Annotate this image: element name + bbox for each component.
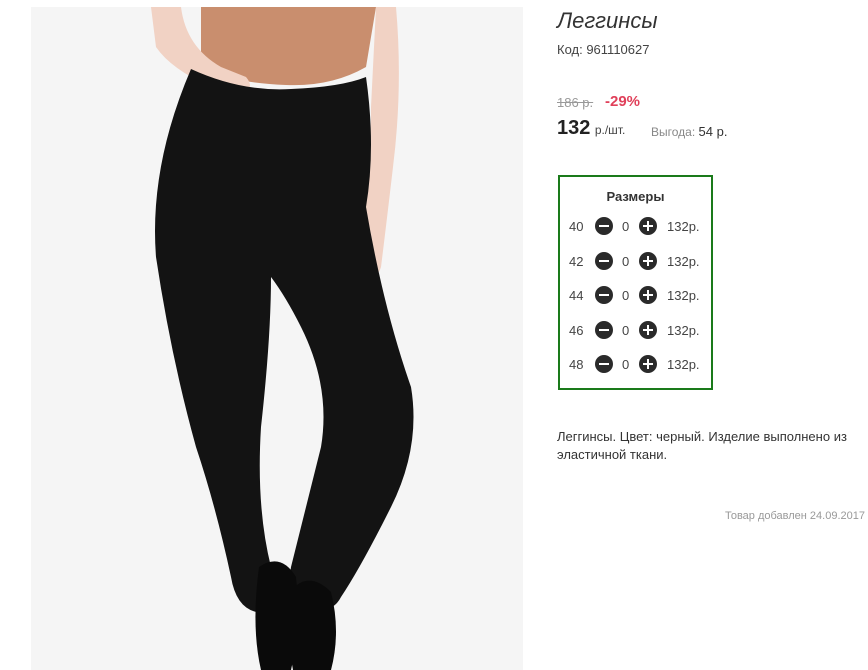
plus-circle-icon[interactable] [639,252,657,270]
plus-circle-icon[interactable] [639,217,657,235]
size-label: 46 [569,323,584,338]
minus-circle-icon[interactable] [595,355,613,373]
plus-circle-icon[interactable] [639,321,657,339]
added-date: Товар добавлен 24.09.2017 [724,510,865,522]
size-label: 44 [569,288,584,303]
size-row: 48 0 132р. [560,355,711,375]
size-label: 42 [569,254,584,269]
size-row: 42 0 132р. [560,252,711,272]
size-row: 46 0 132р. [560,321,711,341]
size-label: 40 [569,219,584,234]
minus-circle-icon[interactable] [595,252,613,270]
size-price: 132р. [667,254,700,269]
product-photo [31,7,523,670]
minus-circle-icon[interactable] [595,321,613,339]
size-price: 132р. [667,219,700,234]
profit: Выгода: 54 р. [651,124,727,139]
size-row: 44 0 132р. [560,286,711,306]
size-quantity: 0 [622,357,630,372]
plus-circle-icon[interactable] [639,355,657,373]
plus-circle-icon[interactable] [639,286,657,304]
sizes-title: Размеры [606,189,665,204]
size-price: 132р. [667,288,700,303]
size-price: 132р. [667,323,700,338]
size-label: 48 [569,357,584,372]
minus-circle-icon[interactable] [595,286,613,304]
minus-circle-icon[interactable] [595,217,613,235]
old-price: 186 р. [557,95,594,110]
profit-label: Выгода: [651,125,696,139]
size-quantity: 0 [622,323,630,338]
price-unit: р./шт. [594,123,626,137]
sizes-box: Размеры 40 0 132р. 42 0 132р. 44 0 132р.… [558,175,713,390]
product-description: Леггинсы. Цвет: черный. Изделие выполнен… [557,429,847,462]
size-row: 40 0 132р. [560,217,711,237]
size-quantity: 0 [622,254,630,269]
size-quantity: 0 [622,288,630,303]
price-value: 132 [557,117,591,139]
product-title: Леггинсы [557,8,658,33]
size-price: 132р. [667,357,700,372]
profit-value: 54 р. [698,124,728,139]
size-quantity: 0 [622,219,630,234]
product-code: Код: 961110627 [557,42,650,57]
price-row: 132 р./шт. [557,117,625,140]
discount-badge: -29% [605,93,641,110]
